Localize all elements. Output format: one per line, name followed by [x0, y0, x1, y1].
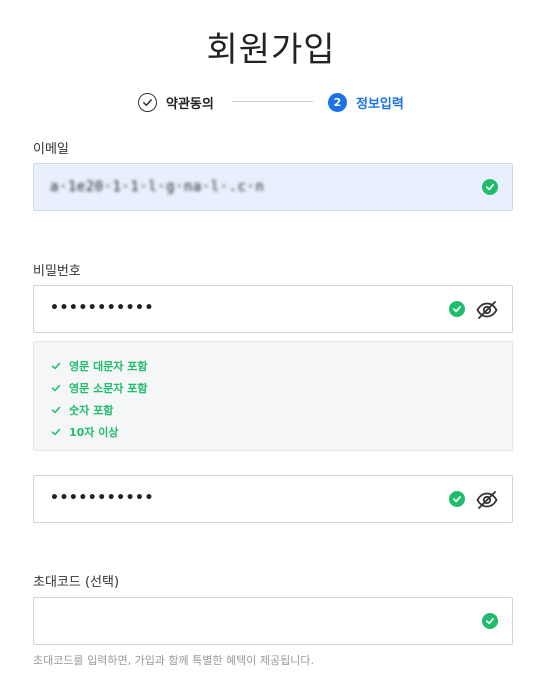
email-label: 이메일: [33, 142, 69, 157]
rule-text: 영문 소문자 포함: [69, 382, 148, 395]
valid-check-icon: [482, 613, 498, 629]
valid-check-icon: [449, 491, 465, 507]
rule-lowercase: 영문 소문자 포함: [51, 377, 512, 399]
rule-number: 숫자 포함: [51, 399, 512, 421]
password-field[interactable]: •••••••••••: [33, 285, 513, 333]
password-label: 비밀번호: [33, 264, 81, 279]
valid-check-icon: [449, 301, 465, 317]
step-number-badge: 2: [328, 92, 347, 112]
password-value: •••••••••••: [50, 300, 154, 316]
eye-slash-icon[interactable]: [475, 488, 499, 512]
email-field[interactable]: a·1e20·1·1·l·g·na·l·.c·n: [33, 163, 513, 211]
password-rules-box: 영문 대문자 포함 영문 소문자 포함 숫자 포함 10자 이상: [33, 341, 513, 451]
rule-check-icon: [51, 384, 61, 392]
step-info: 2 정보입력: [328, 91, 404, 113]
rule-length: 10자 이상: [51, 421, 512, 443]
rule-check-icon: [51, 362, 61, 370]
invite-code-hint: 초대코드를 입력하면, 가입과 함께 특별한 혜택이 제공됩니다.: [33, 654, 314, 667]
eye-slash-icon[interactable]: [475, 298, 499, 322]
rule-check-icon: [51, 428, 61, 436]
invite-code-label: 초대코드 (선택): [33, 575, 120, 590]
rule-check-icon: [51, 406, 61, 414]
password-confirm-value: •••••••••••: [50, 490, 154, 506]
page-title: 회원가입: [206, 30, 336, 70]
email-value: a·1e20·1·1·l·g·na·l·.c·n: [50, 179, 265, 195]
password-confirm-field[interactable]: •••••••••••: [33, 475, 513, 523]
step-info-label: 정보입력: [356, 96, 404, 112]
rule-uppercase: 영문 대문자 포함: [51, 355, 512, 377]
valid-check-icon: [482, 179, 498, 195]
rule-text: 숫자 포함: [69, 404, 114, 417]
invite-code-field[interactable]: [33, 597, 513, 645]
rule-text: 10자 이상: [69, 426, 119, 439]
step-terms: 약관동의: [138, 91, 214, 113]
step-terms-label: 약관동의: [166, 96, 214, 112]
step-connector: [232, 101, 313, 102]
rule-text: 영문 대문자 포함: [69, 360, 148, 373]
check-icon: [138, 92, 157, 112]
signup-stepper: 약관동의 2 정보입력: [0, 91, 542, 113]
